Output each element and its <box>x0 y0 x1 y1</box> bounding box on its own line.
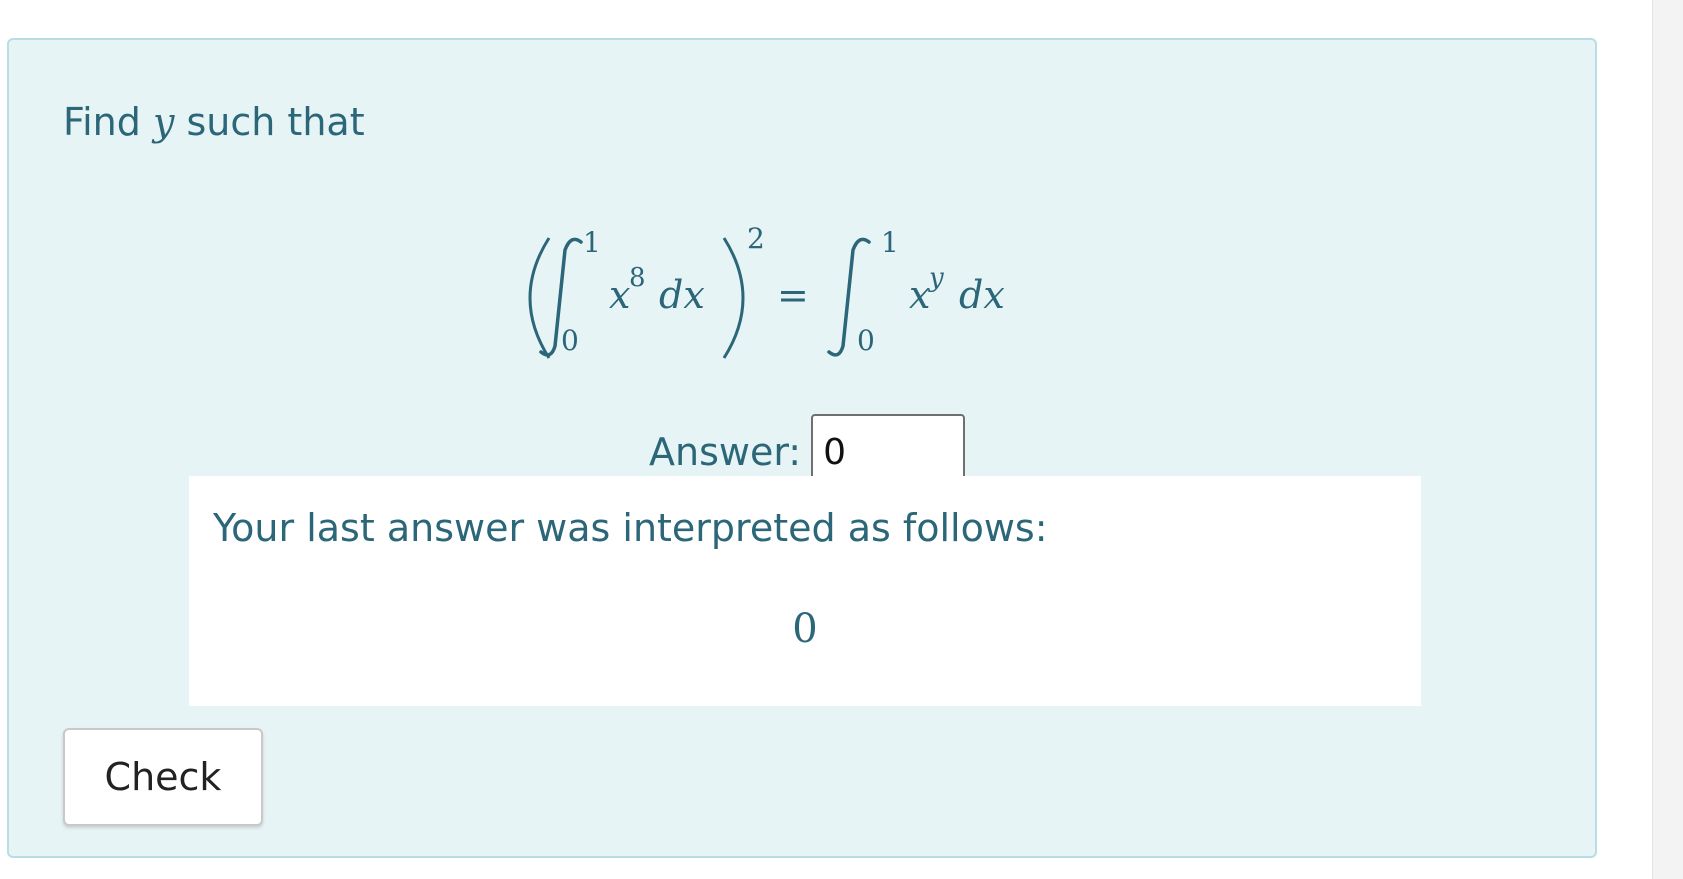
left-upper-limit: 1 <box>583 226 601 259</box>
right-integrand-base: x <box>909 273 930 317</box>
feedback-text: Your last answer was interpreted as foll… <box>213 506 1048 550</box>
prompt-before: Find <box>63 100 153 144</box>
right-lower-limit: 0 <box>857 324 875 357</box>
equals-sign: = <box>777 273 809 317</box>
left-lower-limit: 0 <box>561 324 579 357</box>
right-differential: dx <box>959 273 1005 317</box>
prompt-after: such that <box>174 100 365 144</box>
page: Find y such that 1 0 x 8 dx 2 = 1 0 x y … <box>0 0 1683 879</box>
feedback-box: Your last answer was interpreted as foll… <box>189 476 1421 706</box>
right-integrand-exponent: y <box>928 263 944 293</box>
answer-label: Answer: <box>649 430 802 474</box>
prompt-variable: y <box>152 100 175 144</box>
equation: 1 0 x 8 dx 2 = 1 0 x y dx <box>519 190 1099 390</box>
outer-exponent: 2 <box>747 222 765 255</box>
check-button[interactable]: Check <box>63 728 263 826</box>
equation-svg: 1 0 x 8 dx 2 = 1 0 x y dx <box>528 222 1005 359</box>
left-differential: dx <box>659 273 705 317</box>
question-card: Find y such that 1 0 x 8 dx 2 = 1 0 x y … <box>7 38 1597 858</box>
interpreted-value: 0 <box>792 606 818 652</box>
scrollbar[interactable] <box>1652 0 1683 879</box>
left-paren <box>528 237 551 359</box>
question-prompt: Find y such that <box>63 100 365 144</box>
right-paren <box>722 237 745 359</box>
left-integrand-exponent: 8 <box>629 263 646 293</box>
left-integrand-base: x <box>609 273 630 317</box>
right-upper-limit: 1 <box>881 226 899 259</box>
